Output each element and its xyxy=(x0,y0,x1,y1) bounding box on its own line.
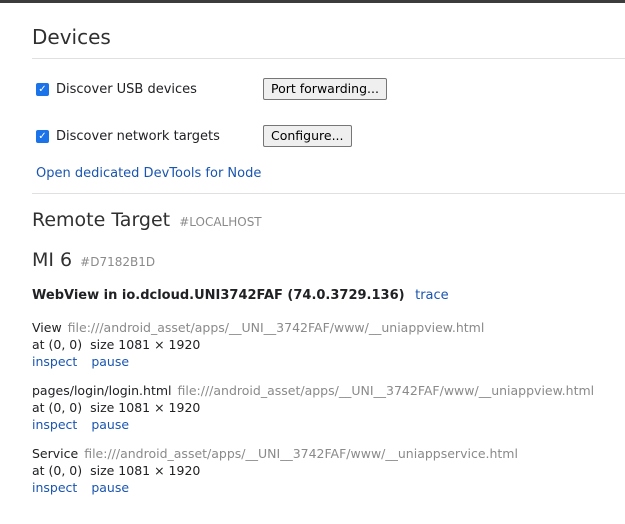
section-divider xyxy=(32,193,625,194)
port-forwarding-button[interactable]: Port forwarding... xyxy=(263,78,387,100)
target-size: size 1081 × 1920 xyxy=(90,463,201,478)
trace-link[interactable]: trace xyxy=(415,288,449,303)
target-position: at (0, 0) xyxy=(32,463,83,478)
device-id: #D7182B1D xyxy=(80,255,156,269)
open-node-devtools-link[interactable]: Open dedicated DevTools for Node xyxy=(36,166,261,181)
network-checkbox-label[interactable]: Discover network targets xyxy=(56,129,220,144)
browser-heading: WebView in io.dcloud.UNI3742FAF (74.0.37… xyxy=(32,288,449,303)
remote-target-host: #LOCALHOST xyxy=(179,215,262,229)
target-name: View xyxy=(32,320,62,335)
configure-button[interactable]: Configure... xyxy=(263,125,352,147)
pause-link[interactable]: pause xyxy=(91,354,129,369)
window-top-border xyxy=(0,0,625,3)
pause-link[interactable]: pause xyxy=(91,417,129,432)
target-item: View file:///android_asset/apps/__UNI__37… xyxy=(32,319,484,370)
target-url: file:///android_asset/apps/__UNI__3742FA… xyxy=(84,446,518,461)
remote-target-title: Remote Target xyxy=(32,209,171,231)
network-checkbox-row[interactable]: ✓ Discover network targets xyxy=(36,125,220,147)
inspect-link[interactable]: inspect xyxy=(32,417,77,432)
target-name: Service xyxy=(32,446,79,461)
inspect-link[interactable]: inspect xyxy=(32,354,77,369)
remote-target-heading: Remote Target #LOCALHOST xyxy=(32,209,262,231)
usb-checkbox-row[interactable]: ✓ Discover USB devices xyxy=(36,78,197,100)
target-url: file:///android_asset/apps/__UNI__3742FA… xyxy=(67,320,485,335)
page-title: Devices xyxy=(32,25,111,49)
pause-link[interactable]: pause xyxy=(91,480,129,495)
target-url: file:///android_asset/apps/__UNI__3742FA… xyxy=(177,383,595,398)
target-position: at (0, 0) xyxy=(32,337,83,352)
usb-checkbox[interactable]: ✓ xyxy=(36,82,49,96)
target-item: pages/login/login.html file:///android_as… xyxy=(32,382,594,433)
usb-checkbox-label[interactable]: Discover USB devices xyxy=(56,82,197,97)
target-size: size 1081 × 1920 xyxy=(90,400,201,415)
device-heading: MI 6 #D7182B1D xyxy=(32,249,155,271)
target-name: pages/login/login.html xyxy=(32,383,172,398)
inspect-link[interactable]: inspect xyxy=(32,480,77,495)
browser-name: WebView in io.dcloud.UNI3742FAF (74.0.37… xyxy=(32,288,405,303)
target-size: size 1081 × 1920 xyxy=(90,337,201,352)
header-divider xyxy=(32,58,625,59)
device-name: MI 6 xyxy=(32,249,73,271)
target-position: at (0, 0) xyxy=(32,400,83,415)
target-item: Service file:///android_asset/apps/__UNI_… xyxy=(32,445,518,496)
network-checkbox[interactable]: ✓ xyxy=(36,129,49,143)
